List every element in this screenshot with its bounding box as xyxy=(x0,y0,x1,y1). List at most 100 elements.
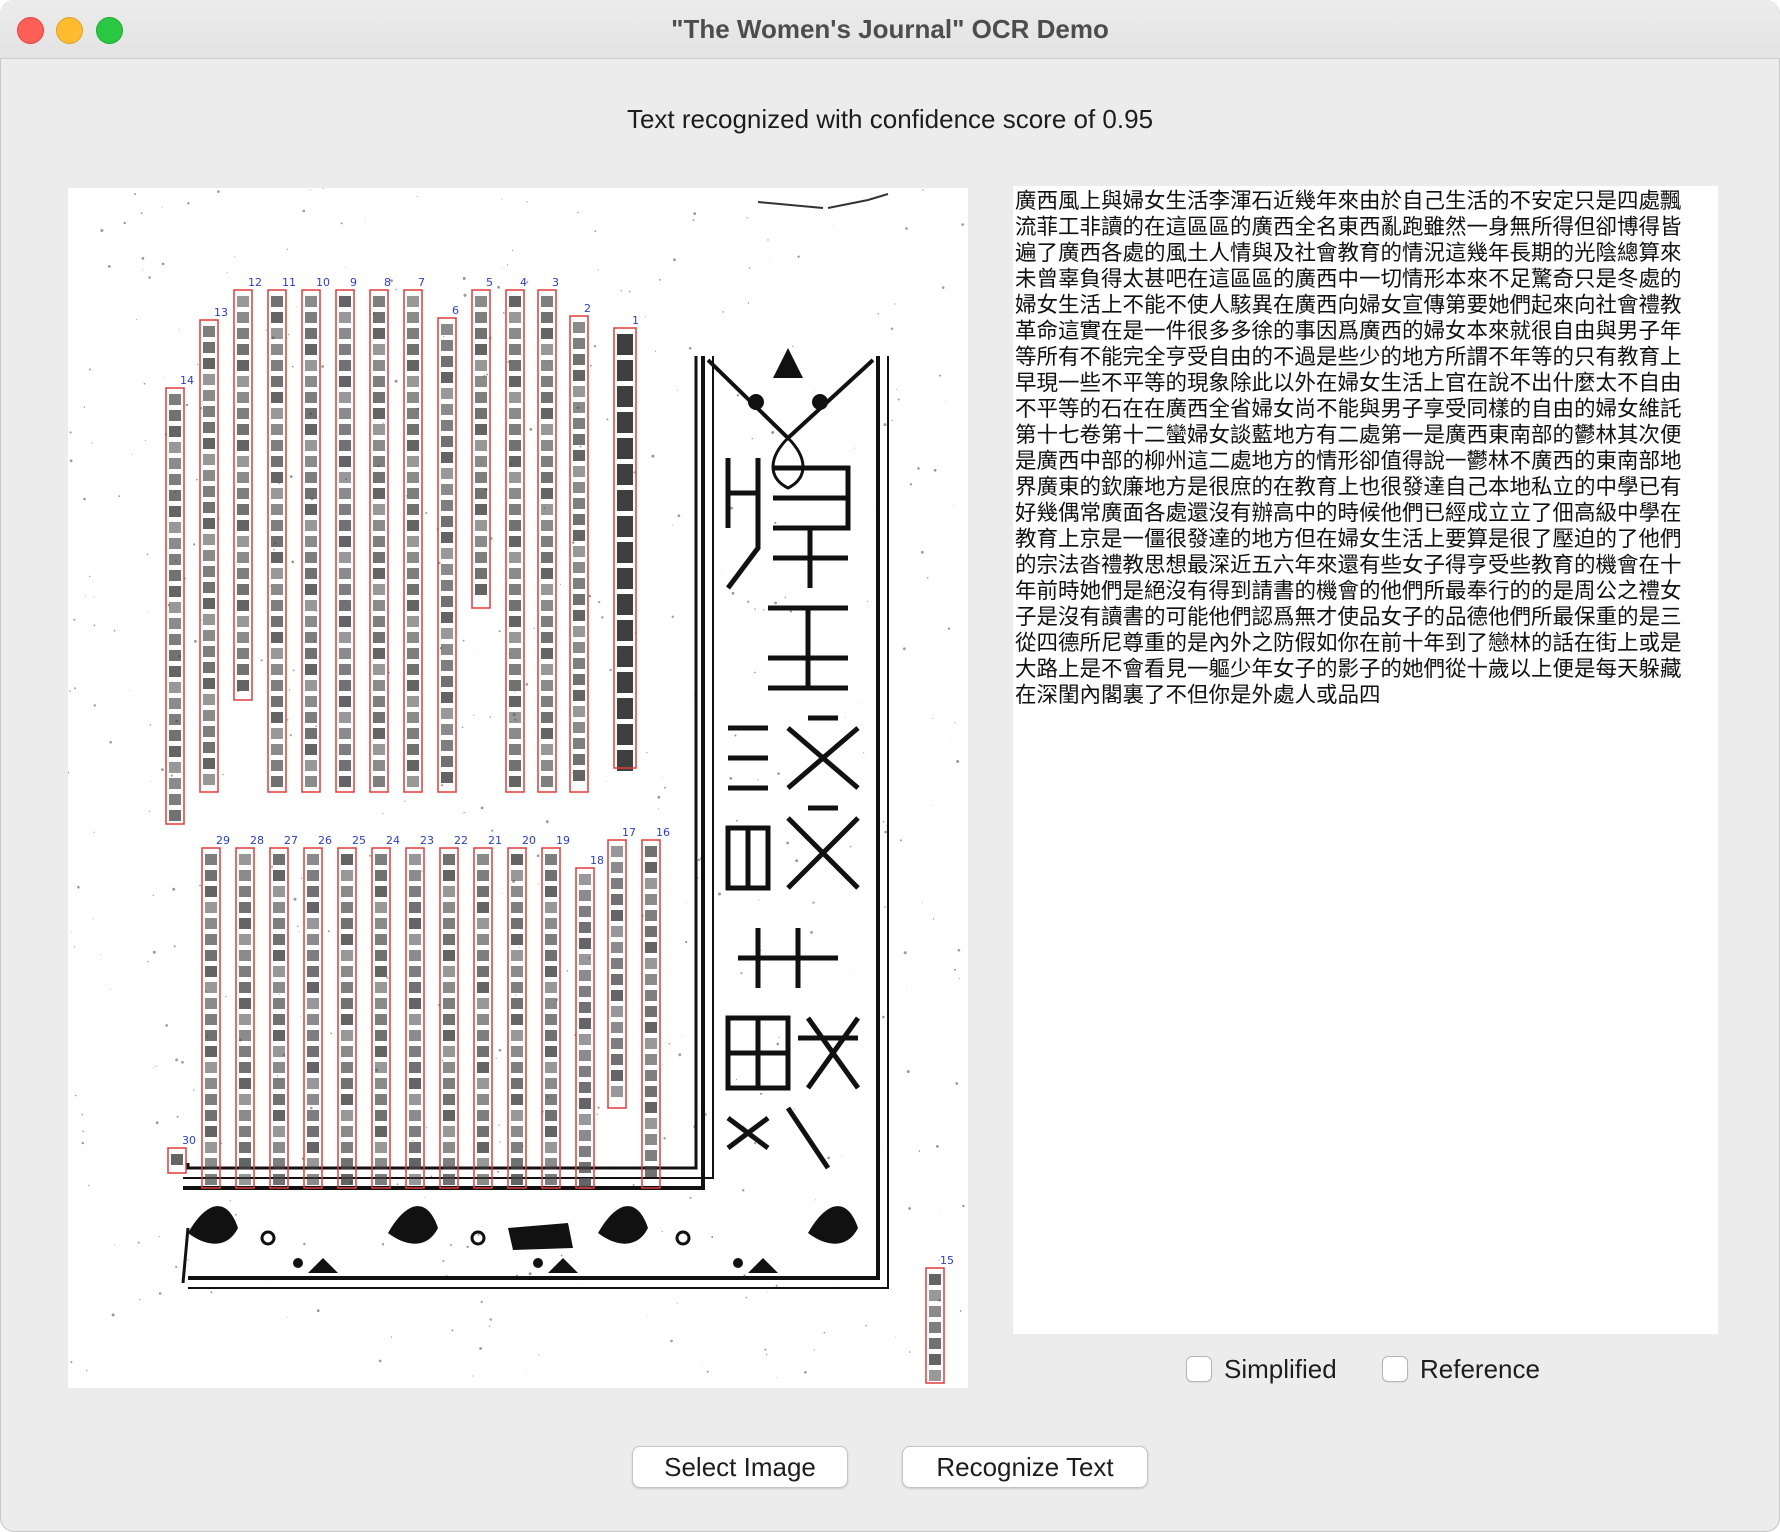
reference-checkbox[interactable]: Reference xyxy=(1382,1352,1540,1386)
column-glyph xyxy=(375,854,387,865)
scan-speck xyxy=(237,965,240,968)
column-glyph xyxy=(203,326,215,337)
column-glyph xyxy=(409,934,421,945)
scan-speck xyxy=(776,1042,780,1046)
column-glyph xyxy=(509,568,521,579)
column-glyph xyxy=(169,570,181,581)
scan-speck xyxy=(909,483,913,486)
column-glyph xyxy=(409,870,421,881)
scan-speck xyxy=(509,860,510,862)
scan-speck xyxy=(666,1033,668,1034)
scan-speck xyxy=(473,651,475,653)
scan-speck xyxy=(525,683,529,686)
column-glyph xyxy=(579,1082,591,1093)
scan-speck xyxy=(883,1148,885,1150)
scan-speck xyxy=(498,1124,500,1126)
column-glyph xyxy=(307,1126,319,1137)
column-glyph xyxy=(407,664,419,675)
column-glyph xyxy=(441,692,453,703)
select-image-button[interactable]: Select Image xyxy=(632,1446,848,1488)
column-glyph xyxy=(341,1046,353,1057)
column-glyph xyxy=(305,680,317,691)
column-glyph xyxy=(305,744,317,755)
column-glyph xyxy=(617,672,633,693)
column-glyph xyxy=(169,730,181,741)
column-glyph xyxy=(341,1126,353,1137)
scan-speck xyxy=(882,1015,885,1019)
column-glyph xyxy=(545,950,557,961)
ocr-output-text[interactable]: 廣西風上與婦女生活李渾石近幾年來由於自己生活的不安定只是四處飄流菲工非讀的在這區… xyxy=(1015,189,1700,709)
scan-speck xyxy=(884,830,887,834)
scan-speck xyxy=(131,453,133,455)
column-glyph xyxy=(545,1094,557,1105)
window-title: "The Women's Journal" OCR Demo xyxy=(671,14,1109,44)
column-glyph xyxy=(611,1086,623,1097)
column-glyph xyxy=(579,890,591,901)
scan-speck xyxy=(310,1106,313,1110)
scan-speck xyxy=(897,398,900,401)
simplified-checkbox[interactable]: Simplified xyxy=(1186,1352,1337,1386)
scan-speck xyxy=(303,1242,306,1246)
simplified-checkbox-label[interactable]: Simplified xyxy=(1224,1354,1337,1385)
column-glyph xyxy=(611,878,623,889)
column-glyph xyxy=(373,312,385,323)
column-glyph xyxy=(341,1030,353,1041)
column-glyph xyxy=(373,504,385,515)
reference-checkbox-label[interactable]: Reference xyxy=(1420,1354,1540,1385)
column-glyph xyxy=(477,1142,489,1153)
scan-speck xyxy=(518,946,520,948)
column-glyph xyxy=(373,520,385,531)
scan-speck xyxy=(279,993,281,995)
recognize-text-button[interactable]: Recognize Text xyxy=(902,1446,1148,1488)
scan-speck xyxy=(466,1245,469,1249)
reference-checkbox-box[interactable] xyxy=(1382,1356,1408,1382)
column-glyph xyxy=(441,580,453,591)
simplified-checkbox-box[interactable] xyxy=(1186,1356,1212,1382)
scan-speck xyxy=(118,495,120,497)
scan-speck xyxy=(441,784,444,787)
scan-speck xyxy=(302,209,306,213)
scan-speck xyxy=(143,382,146,385)
column-glyph xyxy=(477,1110,489,1121)
column-glyph xyxy=(237,312,249,323)
column-glyph xyxy=(409,854,421,865)
column-glyph xyxy=(305,312,317,323)
scan-speck xyxy=(225,996,227,998)
column-glyph xyxy=(341,934,353,945)
scan-speck xyxy=(663,1137,666,1140)
column-glyph xyxy=(509,424,521,435)
column-glyph xyxy=(443,1110,455,1121)
column-glyph xyxy=(441,340,453,351)
column-glyph xyxy=(373,440,385,451)
column-glyph xyxy=(237,328,249,339)
scan-speck xyxy=(579,445,582,448)
column-glyph xyxy=(573,354,585,365)
scan-speck xyxy=(753,671,756,674)
scan-speck xyxy=(689,1196,692,1199)
scan-speck xyxy=(823,1331,826,1334)
column-glyph xyxy=(341,1174,353,1185)
column-glyph xyxy=(305,552,317,563)
scan-speck xyxy=(620,290,622,292)
column-glyph xyxy=(239,982,251,993)
column-glyph xyxy=(271,504,283,515)
scan-speck xyxy=(394,379,398,383)
column-glyph xyxy=(237,520,249,531)
column-glyph xyxy=(545,1062,557,1073)
column-glyph xyxy=(373,376,385,387)
column-glyph xyxy=(239,1062,251,1073)
column-glyph xyxy=(203,758,215,769)
column-glyph xyxy=(307,1110,319,1121)
column-glyph xyxy=(203,646,215,657)
column-glyph xyxy=(205,1030,217,1041)
column-glyph xyxy=(341,1094,353,1105)
ocr-output-panel[interactable]: 廣西風上與婦女生活李渾石近幾年來由於自己生活的不安定只是四處飄流菲工非讀的在這區… xyxy=(1013,186,1718,1334)
column-glyph xyxy=(373,632,385,643)
column-glyph xyxy=(239,1142,251,1153)
column-glyph xyxy=(541,632,553,643)
ocr-region-label: 1 xyxy=(632,314,639,327)
column-glyph xyxy=(573,402,585,413)
scan-speck xyxy=(883,423,887,427)
column-glyph xyxy=(305,584,317,595)
column-glyph xyxy=(273,1046,285,1057)
